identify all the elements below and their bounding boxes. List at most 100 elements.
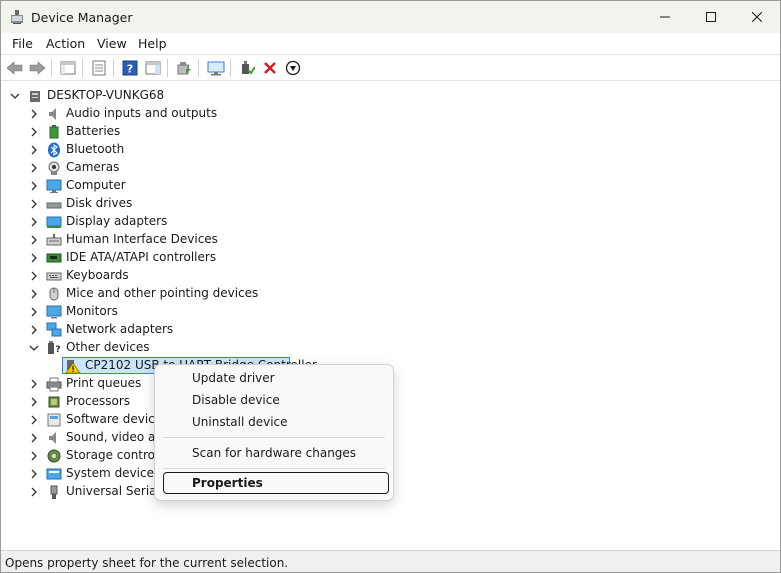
tree-category[interactable]: Audio inputs and outputs: [1, 105, 780, 123]
menu-uninstall-device[interactable]: Uninstall device: [192, 415, 288, 429]
device-manager-icon: [9, 9, 25, 25]
category-label: Mice and other pointing devices: [66, 286, 259, 300]
chevron-right-icon[interactable]: [28, 144, 40, 156]
menu-scan-hardware[interactable]: Scan for hardware changes: [192, 446, 356, 460]
minimize-button[interactable]: [642, 1, 688, 33]
chevron-down-icon[interactable]: [28, 342, 40, 354]
category-label: Monitors: [66, 304, 118, 318]
chevron-right-icon[interactable]: [28, 324, 40, 336]
chevron-right-icon[interactable]: [28, 468, 40, 480]
category-label: Processors: [66, 394, 131, 408]
scan-hardware-icon: [207, 61, 225, 76]
uninstall-device-button[interactable]: [260, 58, 280, 78]
close-icon: [752, 12, 762, 22]
hid-icon: [46, 232, 62, 248]
chevron-right-icon[interactable]: [28, 108, 40, 120]
menu-update-driver[interactable]: Update driver: [192, 371, 275, 385]
maximize-icon: [706, 12, 716, 22]
network-adapter-icon: [46, 322, 62, 338]
chevron-right-icon[interactable]: [28, 216, 40, 228]
menu-help[interactable]: Help: [138, 36, 167, 51]
category-label: Batteries: [66, 124, 121, 138]
disable-device-button[interactable]: [283, 58, 303, 78]
device-manager-window: Device Manager File Action View Help ? D…: [0, 0, 781, 573]
disk-drive-icon: [46, 196, 62, 212]
forward-button[interactable]: [27, 58, 47, 78]
chevron-right-icon[interactable]: [28, 270, 40, 282]
ide-controller-icon: [46, 250, 62, 266]
tree-category[interactable]: Network adapters: [1, 321, 780, 339]
chevron-right-icon[interactable]: [28, 288, 40, 300]
tree-root[interactable]: DESKTOP-VUNKG68: [1, 87, 780, 105]
back-button[interactable]: [5, 58, 25, 78]
toolbar: ?: [1, 55, 780, 81]
show-hide-tree-button[interactable]: [58, 58, 78, 78]
menu-disable-device[interactable]: Disable device: [192, 393, 280, 407]
properties-sheet-icon: [92, 60, 106, 76]
forward-arrow-icon: [29, 61, 46, 75]
toolbar-separator: [113, 59, 114, 77]
tree-category[interactable]: Cameras: [1, 159, 780, 177]
computer-root-icon: [27, 88, 43, 104]
chevron-right-icon[interactable]: [28, 486, 40, 498]
chevron-right-icon[interactable]: [28, 450, 40, 462]
menu-file[interactable]: File: [12, 36, 33, 51]
chevron-right-icon[interactable]: [28, 252, 40, 264]
tree-category[interactable]: Display adapters: [1, 213, 780, 231]
properties-button[interactable]: [89, 58, 109, 78]
help-button[interactable]: ?: [120, 58, 140, 78]
tree-category[interactable]: Monitors: [1, 303, 780, 321]
menu-separator: [163, 437, 385, 438]
action-pane-button[interactable]: [143, 58, 163, 78]
chevron-right-icon[interactable]: [28, 432, 40, 444]
minimize-icon: [660, 16, 670, 18]
toolbar-separator: [51, 59, 52, 77]
toolbar-separator: [198, 59, 199, 77]
tree-category[interactable]: Batteries: [1, 123, 780, 141]
tree-category[interactable]: Computer: [1, 177, 780, 195]
category-label: IDE ATA/ATAPI controllers: [66, 250, 217, 264]
chevron-right-icon[interactable]: [28, 378, 40, 390]
root-label: DESKTOP-VUNKG68: [47, 88, 165, 102]
menu-bar: File Action View Help: [1, 33, 780, 55]
chevron-right-icon[interactable]: [28, 306, 40, 318]
enable-device-button[interactable]: [237, 58, 257, 78]
tree-category-expanded[interactable]: ? Other devices: [1, 339, 780, 357]
category-label: Audio inputs and outputs: [66, 106, 218, 120]
chevron-down-icon[interactable]: [9, 90, 21, 102]
chevron-right-icon[interactable]: [28, 414, 40, 426]
tree-category[interactable]: Disk drives: [1, 195, 780, 213]
category-label: Bluetooth: [66, 142, 125, 156]
title-bar[interactable]: Device Manager: [1, 1, 780, 33]
chevron-right-icon[interactable]: [28, 126, 40, 138]
category-label: Cameras: [66, 160, 120, 174]
menu-properties[interactable]: Properties: [192, 476, 263, 490]
chevron-right-icon[interactable]: [28, 198, 40, 210]
menu-separator: [163, 468, 385, 469]
scan-hardware-button[interactable]: [206, 58, 226, 78]
close-button[interactable]: [734, 1, 780, 33]
tree-category[interactable]: Human Interface Devices: [1, 231, 780, 249]
chevron-right-icon[interactable]: [28, 162, 40, 174]
printer-icon: [46, 376, 62, 392]
context-menu: Update driver Disable device Uninstall d…: [154, 364, 394, 501]
menu-action[interactable]: Action: [46, 36, 85, 51]
usb-icon: [46, 484, 62, 500]
tree-category[interactable]: Keyboards: [1, 267, 780, 285]
chevron-right-icon[interactable]: [28, 396, 40, 408]
tree-category[interactable]: Bluetooth: [1, 141, 780, 159]
tree-category[interactable]: Mice and other pointing devices: [1, 285, 780, 303]
maximize-button[interactable]: [688, 1, 734, 33]
chevron-right-icon[interactable]: [28, 234, 40, 246]
toolbar-separator: [167, 59, 168, 77]
tree-category[interactable]: IDE ATA/ATAPI controllers: [1, 249, 780, 267]
toolbar-separator: [82, 59, 83, 77]
category-label: Other devices: [66, 340, 150, 354]
chevron-right-icon[interactable]: [28, 180, 40, 192]
toolbar-separator: [230, 59, 231, 77]
software-device-icon: [46, 412, 62, 428]
update-driver-button[interactable]: [174, 58, 194, 78]
category-label: Display adapters: [66, 214, 168, 228]
uninstall-device-icon: [264, 62, 276, 74]
menu-view[interactable]: View: [97, 36, 127, 51]
